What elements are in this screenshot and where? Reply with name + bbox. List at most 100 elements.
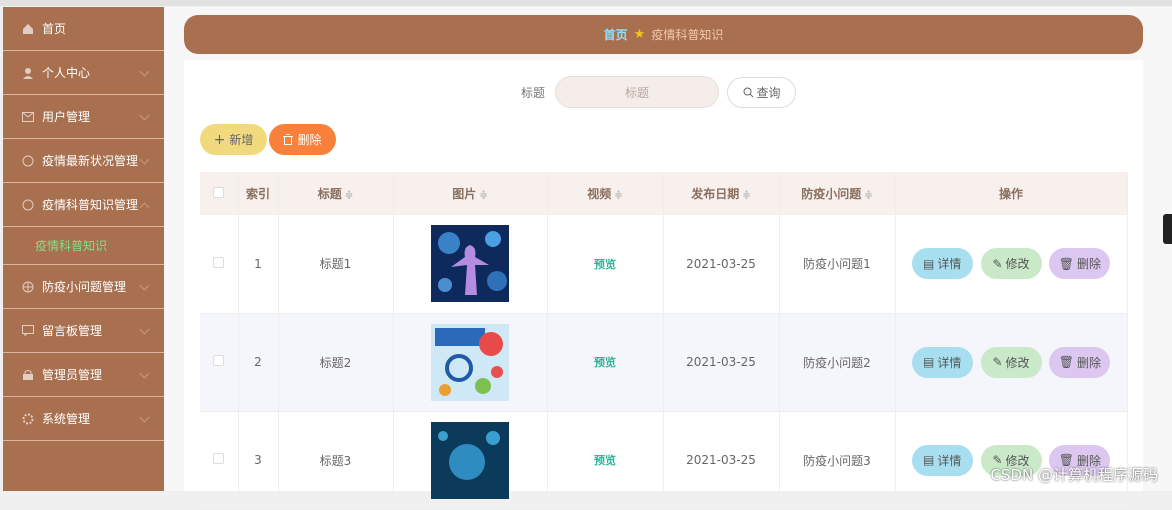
mail-icon [21, 110, 35, 124]
bulk-delete-button-label: 删除 [297, 131, 321, 148]
document-icon: ▤ [923, 257, 934, 271]
search-input[interactable]: 标题 [555, 76, 719, 108]
document-icon: ▤ [923, 355, 934, 369]
sidebar-item-label: 管理员管理 [42, 366, 102, 383]
sort-icon: ≑ [479, 190, 487, 201]
edit-button[interactable]: ✎修改 [981, 248, 1042, 279]
chevron-up-icon [140, 203, 150, 213]
sidebar-item-label: 系统管理 [42, 410, 90, 427]
column-header-image[interactable]: 图片≑ [393, 172, 547, 215]
row-question: 防疫小问题2 [779, 313, 895, 411]
select-all-cell [200, 172, 238, 215]
sidebar-item-label: 个人中心 [42, 64, 90, 81]
column-header-actions: 操作 [895, 172, 1127, 215]
chat-icon [21, 324, 35, 338]
star-icon: ★ [634, 27, 646, 42]
column-header-index: 索引 [238, 172, 278, 215]
poster-image [431, 324, 509, 401]
add-button[interactable]: + 新增 [200, 124, 267, 155]
admin-icon [21, 368, 35, 382]
sidebar-item-label: 疫情最新状况管理 [42, 152, 138, 169]
search-icon [743, 87, 754, 98]
compass-icon [21, 154, 35, 168]
data-table: 索引 标题≑ 图片≑ 视频≑ 发布日期≑ 防疫小问题≑ 操作 1 标题1 预览 … [200, 172, 1128, 510]
sidebar-subitem-science-knowledge[interactable]: 疫情科普知识 [3, 227, 164, 265]
chevron-down-icon [140, 111, 150, 121]
table-row: 1 标题1 预览 2021-03-25 防疫小问题1 ▤详情 ✎修改 🗑删除 [200, 215, 1127, 313]
row-title: 标题3 [278, 411, 393, 509]
sort-icon: ≑ [742, 190, 750, 201]
sort-icon: ≑ [864, 190, 872, 201]
scroll-handle[interactable] [1163, 214, 1172, 244]
edit-button[interactable]: ✎修改 [981, 347, 1042, 378]
virus-image [431, 422, 509, 499]
row-index: 2 [238, 313, 278, 411]
row-question: 防疫小问题1 [779, 215, 895, 313]
column-header-question[interactable]: 防疫小问题≑ [779, 172, 895, 215]
virus-image [431, 225, 509, 302]
sidebar-item-epidemic-status[interactable]: 疫情最新状况管理 [3, 139, 164, 183]
sidebar-item-message-board[interactable]: 留言板管理 [3, 309, 164, 353]
pencil-icon: ✎ [992, 257, 1002, 271]
sidebar-item-admins[interactable]: 管理员管理 [3, 353, 164, 397]
trash-icon [283, 134, 293, 145]
detail-button[interactable]: ▤详情 [912, 248, 973, 279]
column-header-video[interactable]: 视频≑ [547, 172, 663, 215]
search-label: 标题 [521, 84, 545, 101]
user-icon [21, 66, 35, 80]
trash-icon: 🗑 [1059, 257, 1074, 271]
sidebar-item-system[interactable]: 系统管理 [3, 397, 164, 441]
top-border [0, 0, 1172, 6]
row-title: 标题2 [278, 313, 393, 411]
document-icon: ▤ [923, 453, 934, 467]
sidebar-item-users[interactable]: 用户管理 [3, 95, 164, 139]
video-preview-link[interactable]: 预览 [547, 313, 663, 411]
delete-button[interactable]: 🗑删除 [1049, 248, 1110, 279]
chevron-down-icon [140, 281, 150, 291]
sidebar-item-label: 首页 [42, 20, 66, 37]
watermark: CSDN @计算机程序源码 [990, 464, 1158, 485]
select-all-checkbox[interactable] [213, 187, 224, 198]
delete-button[interactable]: 🗑删除 [1049, 347, 1110, 378]
circle-icon [21, 198, 35, 212]
search-button-label: 查询 [757, 84, 781, 101]
row-question: 防疫小问题3 [779, 411, 895, 509]
sort-icon: ≑ [345, 190, 353, 201]
breadcrumb: 首页 ★ 疫情科普知识 [184, 15, 1143, 54]
row-index: 1 [238, 215, 278, 313]
row-date: 2021-03-25 [663, 411, 779, 509]
plus-icon: + [214, 132, 226, 148]
trash-icon: 🗑 [1059, 355, 1074, 369]
gear-icon [21, 412, 35, 426]
detail-button[interactable]: ▤详情 [912, 445, 973, 476]
column-header-date[interactable]: 发布日期≑ [663, 172, 779, 215]
row-checkbox[interactable] [213, 355, 224, 366]
search-bar: 标题 标题 查询 [521, 76, 796, 108]
sidebar-item-profile[interactable]: 个人中心 [3, 51, 164, 95]
table-header-row: 索引 标题≑ 图片≑ 视频≑ 发布日期≑ 防疫小问题≑ 操作 [200, 172, 1127, 215]
video-preview-link[interactable]: 预览 [547, 411, 663, 509]
add-button-label: 新增 [229, 131, 253, 148]
video-preview-link[interactable]: 预览 [547, 215, 663, 313]
sidebar-item-home[interactable]: 首页 [3, 7, 164, 51]
table-row: 3 标题3 预览 2021-03-25 防疫小问题3 ▤详情 ✎修改 🗑删除 [200, 411, 1127, 509]
search-button[interactable]: 查询 [727, 77, 796, 108]
sort-icon: ≑ [614, 190, 622, 201]
detail-button[interactable]: ▤详情 [912, 347, 973, 378]
row-checkbox[interactable] [213, 453, 224, 464]
row-checkbox[interactable] [213, 257, 224, 268]
chevron-down-icon [140, 67, 150, 77]
breadcrumb-home[interactable]: 首页 [604, 26, 628, 43]
column-header-title[interactable]: 标题≑ [278, 172, 393, 215]
table-row: 2 标题2 预览 2021-03-25 防疫小问题2 ▤详情 ✎修改 🗑删除 [200, 313, 1127, 411]
row-date: 2021-03-25 [663, 313, 779, 411]
content-panel: 标题 标题 查询 + 新增 删除 索引 标题≑ 图片 [184, 60, 1143, 491]
sidebar-item-label: 防疫小问题管理 [42, 278, 126, 295]
chevron-down-icon [140, 413, 150, 423]
sidebar-item-science-knowledge[interactable]: 疫情科普知识管理 [3, 183, 164, 227]
chevron-down-icon [140, 369, 150, 379]
sidebar-item-label: 留言板管理 [42, 322, 102, 339]
row-title: 标题1 [278, 215, 393, 313]
bulk-delete-button[interactable]: 删除 [269, 124, 336, 155]
sidebar-item-prevention-questions[interactable]: 防疫小问题管理 [3, 265, 164, 309]
